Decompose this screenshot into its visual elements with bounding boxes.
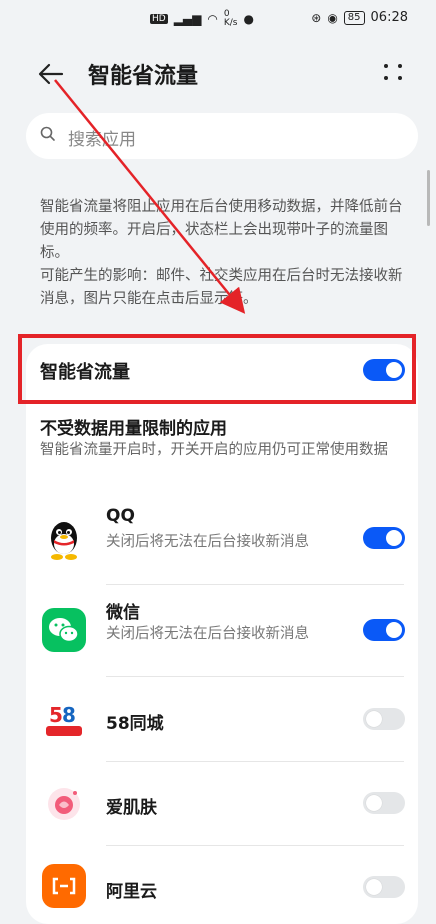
app-name: 爱肌肤 — [106, 798, 157, 818]
app-row-wechat[interactable]: 微信 关闭后将无法在后台接收新消息 — [26, 592, 418, 678]
description-text: 智能省流量将阻止应用在后台使用移动数据，并降低前台使用的频率。开启后，状态栏上会… — [40, 196, 410, 311]
svg-text:5: 5 — [49, 703, 63, 727]
toggle-knob — [366, 879, 382, 895]
wifi-icon: ◠ — [207, 12, 218, 26]
app-row-58[interactable]: 5 8 58同城 — [26, 678, 418, 762]
wechat-icon — [42, 608, 86, 652]
more-options-button[interactable] — [382, 56, 406, 86]
section-title: 不受数据用量限制的应用 — [40, 419, 227, 439]
toggle-knob — [386, 622, 402, 638]
more-dot — [398, 76, 402, 80]
status-right-icons: ⊛ ◉ 85 06:28 — [311, 10, 408, 25]
search-input[interactable]: 搜索应用 — [26, 113, 418, 159]
highlight-box — [18, 334, 416, 404]
scrollbar[interactable] — [427, 170, 430, 226]
divider — [106, 676, 404, 677]
app-toggle-aliyun[interactable] — [363, 876, 405, 898]
data-saver-icon: ⊛ — [311, 10, 322, 25]
more-dot — [384, 64, 388, 68]
page-title: 智能省流量 — [88, 64, 199, 89]
toggle-knob — [386, 530, 402, 546]
aliyun-icon — [42, 864, 86, 908]
battery-indicator: 85 — [343, 10, 365, 25]
message-icon: ● — [243, 12, 254, 26]
app-row-qq[interactable]: QQ 关闭后将无法在后台接收新消息 — [26, 500, 418, 586]
title-bar: 智能省流量 — [0, 48, 436, 98]
app-name: 阿里云 — [106, 882, 157, 902]
toggle-knob — [366, 711, 382, 727]
network-speed: 0 K/s — [223, 9, 238, 28]
app-name: QQ — [106, 506, 135, 526]
status-left-icons: HD ▂▄▆ ◠ 0 K/s ● — [150, 10, 254, 28]
58-icon: 5 8 — [42, 698, 86, 742]
toggle-knob — [366, 795, 382, 811]
description-paragraph: 智能省流量将阻止应用在后台使用移动数据，并降低前台使用的频率。开启后，状态栏上会… — [40, 199, 403, 261]
app-name: 58同城 — [106, 714, 164, 734]
app-note: 关闭后将无法在后台接收新消息 — [106, 626, 309, 642]
app-row-aliyun[interactable]: 阿里云 — [26, 846, 418, 912]
app-name: 微信 — [106, 603, 140, 623]
eye-comfort-icon: ◉ — [327, 10, 338, 25]
app-toggle-aijifu[interactable] — [363, 792, 405, 814]
description-paragraph: 可能产生的影响：邮件、社交类应用在后台时无法接收新消息，图片只能在点击后显示等。 — [40, 268, 403, 307]
app-note: 关闭后将无法在后台接收新消息 — [106, 534, 309, 550]
signal-icon: ▂▄▆ — [173, 12, 202, 26]
search-icon — [40, 126, 55, 141]
app-row-aijifu[interactable]: 爱肌肤 — [26, 762, 418, 846]
app-toggle-58[interactable] — [363, 708, 405, 730]
clock: 06:28 — [370, 10, 408, 25]
svg-text:8: 8 — [62, 703, 76, 727]
hd-icon: HD — [150, 14, 168, 24]
app-toggle-wechat[interactable] — [363, 619, 405, 641]
back-button[interactable] — [36, 56, 72, 92]
more-dot — [398, 64, 402, 68]
back-arrow-icon — [38, 63, 64, 85]
section-subtitle: 智能省流量开启时，开关开启的应用仍可正常使用数据 — [40, 442, 388, 458]
more-dot — [384, 76, 388, 80]
app-toggle-qq[interactable] — [363, 527, 405, 549]
divider — [106, 584, 404, 585]
search-placeholder: 搜索应用 — [68, 130, 136, 150]
aijifu-icon — [42, 782, 86, 826]
qq-icon — [42, 518, 86, 562]
status-bar: HD ▂▄▆ ◠ 0 K/s ● ⊛ ◉ 85 06:28 — [0, 0, 436, 40]
